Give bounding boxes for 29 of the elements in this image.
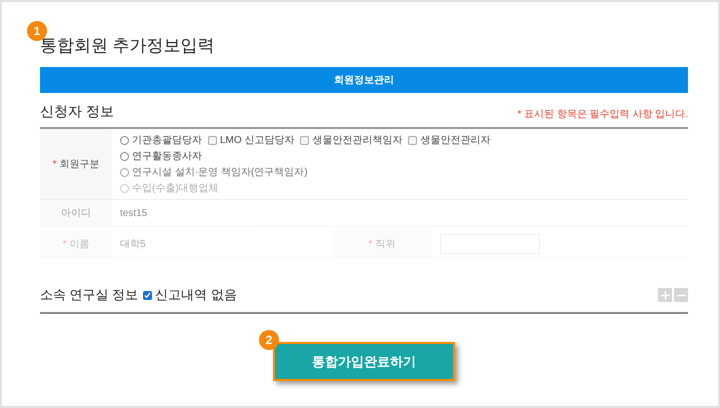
section-heading: 소속 연구실 정보 (40, 286, 138, 304)
checkbox-icon[interactable] (408, 136, 418, 144)
checkbox-option[interactable]: 생물안전관리책임자 (300, 133, 402, 147)
tab-bar[interactable]: 회원정보관리 (40, 67, 688, 93)
checkbox-icon[interactable] (208, 136, 217, 144)
step-badge: 2 (259, 330, 279, 350)
checkbox-icon[interactable] (300, 136, 310, 144)
required-note: * 표시된 항목은 필수입력 사항 입니다. (517, 108, 688, 121)
section-heading: 신청자 정보 (40, 103, 114, 121)
radio-icon[interactable] (120, 152, 129, 160)
field-value: 대학5 (120, 238, 147, 251)
plus-icon (660, 290, 670, 300)
field-label: * 회원구분 (40, 129, 112, 199)
radio-icon[interactable] (120, 136, 129, 144)
radio-icon[interactable] (120, 168, 129, 176)
add-button[interactable] (658, 288, 672, 302)
tab-label: 회원정보관리 (334, 74, 394, 87)
radio-option[interactable]: 기관총괄담당자 (120, 133, 202, 147)
field-value: test15 (120, 208, 148, 218)
checkbox-option[interactable]: LMO 신고담당자 (208, 133, 294, 147)
field-label: * 직위 (332, 231, 432, 257)
field-label: 아이디 (40, 200, 112, 226)
checkbox-icon[interactable] (143, 290, 152, 300)
checkbox-option[interactable]: 신고내역 없음 (143, 286, 237, 304)
checkbox-option[interactable]: 생물안전관리자 (408, 133, 490, 147)
radio-option[interactable]: 연구활동종사자 (120, 149, 202, 163)
radio-option[interactable]: 연구시설 설치·운영 책임자(연구책임자) (120, 165, 308, 179)
field-label: * 이름 (40, 231, 112, 257)
remove-button[interactable] (674, 288, 688, 302)
